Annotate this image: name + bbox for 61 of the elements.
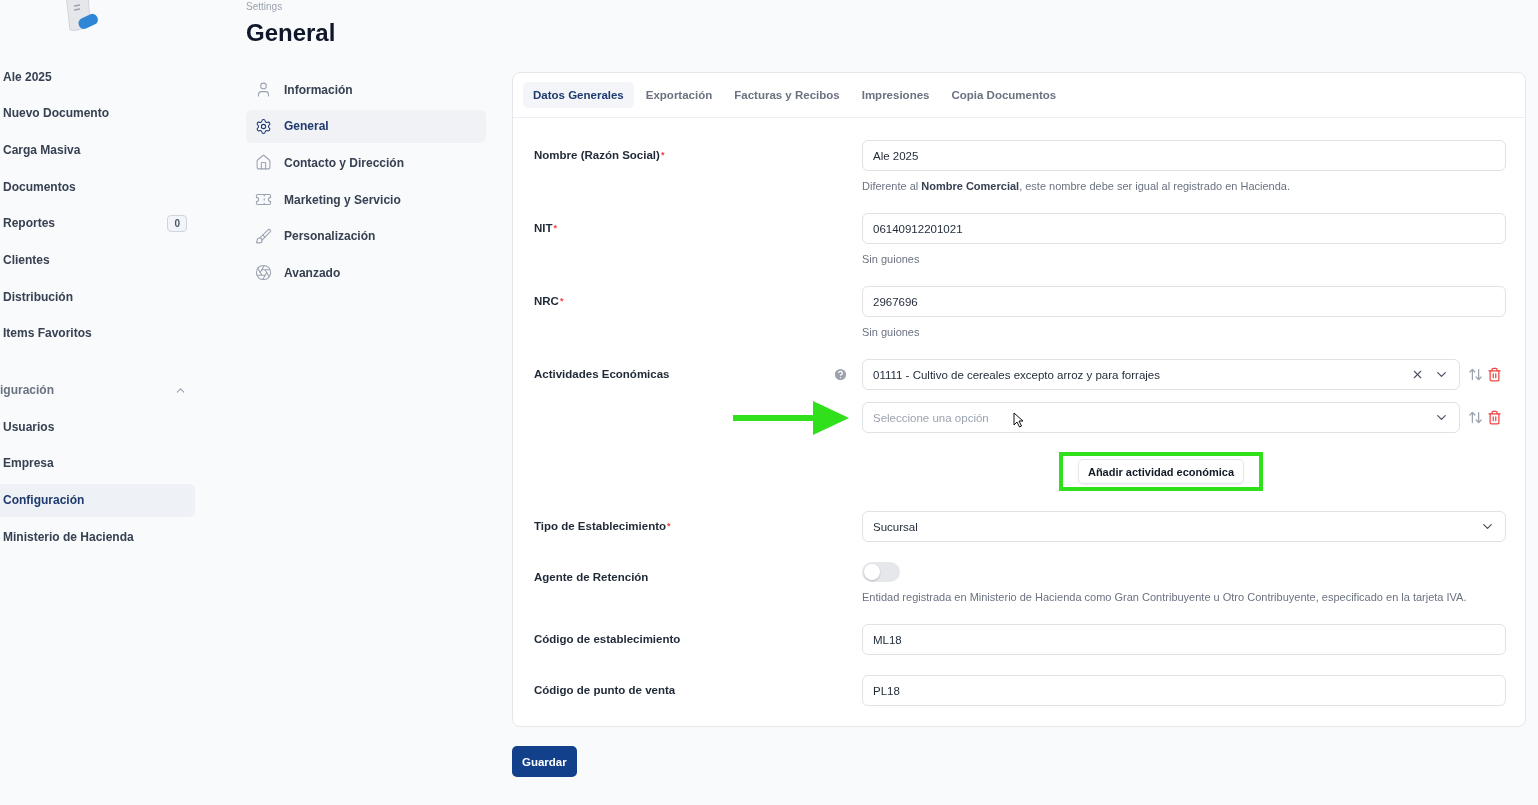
sidebar-item[interactable]: Carga Masiva bbox=[0, 133, 195, 167]
tab[interactable]: Exportación bbox=[635, 82, 723, 108]
nav-icon bbox=[255, 227, 272, 245]
sidebar-item[interactable]: Ministerio de Hacienda bbox=[0, 520, 195, 554]
select-field[interactable]: Sucursal bbox=[862, 511, 1506, 542]
text-field[interactable]: 2967696 bbox=[862, 286, 1506, 317]
reorder-icon[interactable] bbox=[1468, 410, 1483, 425]
clear-icon[interactable] bbox=[1411, 368, 1424, 381]
settings-nav-item[interactable]: Marketing y Servicio bbox=[246, 183, 486, 217]
field-label: Nombre (Razón Social)* bbox=[534, 148, 665, 163]
sidebar-item[interactable]: Reportes 0 bbox=[0, 206, 195, 240]
nav-icon bbox=[255, 117, 272, 135]
tab[interactable]: Impresiones bbox=[851, 82, 940, 108]
delete-icon[interactable] bbox=[1487, 367, 1502, 382]
tab[interactable]: Datos Generales bbox=[523, 82, 634, 108]
reorder-icon[interactable] bbox=[1468, 367, 1483, 382]
field-label: Código de establecimiento bbox=[534, 632, 681, 647]
sidebar-item[interactable]: Nuevo Documento bbox=[0, 96, 195, 130]
field-label: Agente de Retención bbox=[534, 570, 649, 585]
nav-icon bbox=[255, 81, 272, 98]
tab[interactable]: Facturas y Recibos bbox=[724, 82, 850, 108]
text-field[interactable]: 06140912201021 bbox=[862, 213, 1506, 244]
breadcrumb: Settings bbox=[246, 1, 284, 13]
settings-nav-item[interactable]: Información bbox=[246, 73, 486, 106]
nav-icon bbox=[255, 264, 272, 282]
select-field[interactable]: 01111 - Cultivo de cereales excepto arroz y para forrajes bbox=[862, 359, 1460, 390]
field-label: Actividades Económicas bbox=[534, 367, 670, 382]
text-field[interactable]: PL18 bbox=[862, 675, 1506, 706]
sidebar-item[interactable]: Items Favoritos bbox=[0, 316, 195, 350]
text-field[interactable]: Ale 2025 bbox=[862, 140, 1506, 171]
help-icon[interactable] bbox=[833, 367, 848, 382]
help-text: Diferente al Nombre Comercial, este nombre debe ser igual al registrado en Hacienda. bbox=[862, 179, 1291, 193]
settings-nav-item[interactable]: Personalización bbox=[246, 219, 486, 253]
sidebar-item[interactable]: Distribución bbox=[0, 280, 195, 314]
field-label: NRC* bbox=[534, 294, 564, 309]
field-label: NIT* bbox=[534, 221, 558, 236]
help-text: Sin guiones bbox=[862, 252, 921, 266]
tab[interactable]: Copia Documentos bbox=[941, 82, 1067, 108]
settings-nav-item[interactable]: Avanzado bbox=[246, 256, 486, 290]
sidebar-section-header[interactable]: iguración bbox=[0, 373, 195, 407]
count-badge: 0 bbox=[167, 214, 187, 232]
settings-nav-item[interactable]: Contacto y Dirección bbox=[246, 146, 486, 180]
sidebar-item[interactable]: Configuración bbox=[0, 483, 195, 517]
text-field[interactable]: ML18 bbox=[862, 624, 1506, 655]
sidebar-item[interactable]: Usuarios bbox=[0, 410, 195, 444]
help-text: Entidad registrada en Ministerio de Hacienda como Gran Contribuyente u Otro Contribuyente, especificado en la tarjeta IVA. bbox=[862, 590, 1468, 604]
sidebar-item[interactable]: Ale 2025 bbox=[0, 60, 195, 93]
field-label: Tipo de Establecimiento* bbox=[534, 519, 671, 534]
sidebar-item[interactable]: Documentos bbox=[0, 170, 195, 204]
sidebar-item[interactable]: Clientes bbox=[0, 243, 195, 277]
save-button[interactable]: Guardar bbox=[512, 746, 577, 777]
settings-nav-item[interactable]: General bbox=[246, 109, 486, 143]
cursor-icon bbox=[1013, 412, 1024, 428]
toggle-switch[interactable] bbox=[862, 562, 900, 582]
nav-icon bbox=[255, 154, 272, 172]
delete-icon[interactable] bbox=[1487, 410, 1502, 425]
page-title: General bbox=[246, 19, 337, 47]
sidebar-item[interactable]: Empresa bbox=[0, 446, 195, 480]
field-label: Código de punto de venta bbox=[534, 683, 676, 698]
help-text: Sin guiones bbox=[862, 325, 921, 339]
add-activity-button[interactable]: Añadir actividad económica bbox=[1077, 459, 1245, 484]
